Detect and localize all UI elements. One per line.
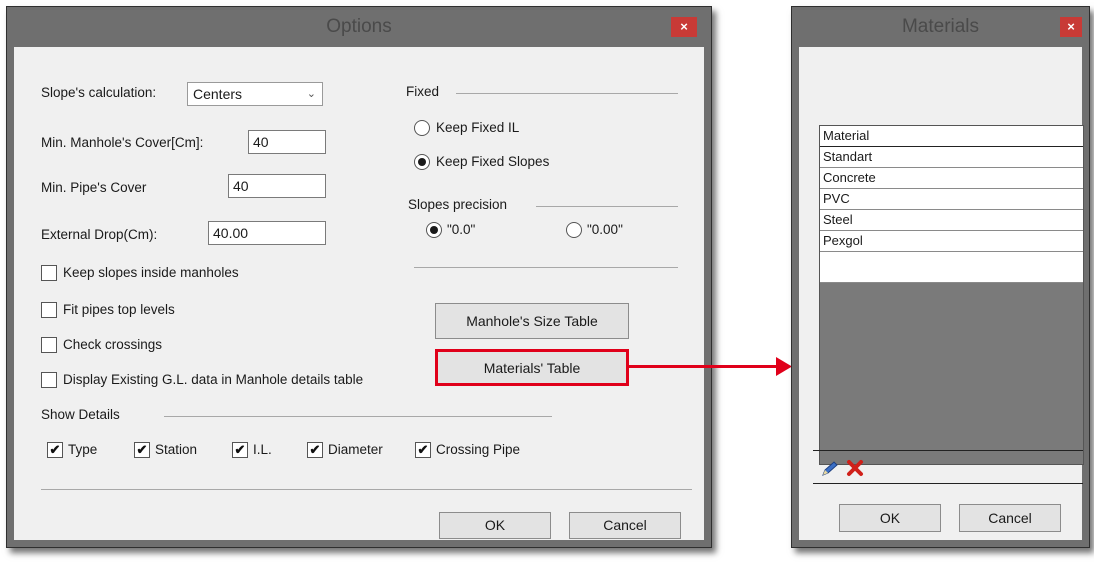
materials-title: Materials bbox=[901, 16, 980, 37]
external-drop-input[interactable]: 40.00 bbox=[208, 221, 326, 245]
detail-diameter-label: Diameter bbox=[328, 442, 383, 457]
materials-window: Materials × Material Standart Concrete P… bbox=[791, 6, 1090, 548]
table-row[interactable]: PVC bbox=[820, 189, 1083, 210]
precision-one-decimal-radio[interactable] bbox=[426, 222, 442, 238]
table-row[interactable]: Pexgol bbox=[820, 231, 1083, 252]
slope-calc-select[interactable]: Centers ⌄ bbox=[187, 82, 323, 106]
materials-table-button[interactable]: Materials' Table bbox=[435, 349, 629, 386]
pencil-icon[interactable] bbox=[820, 460, 840, 478]
options-window: Options × Slope's calculation: Centers ⌄… bbox=[6, 6, 712, 548]
keep-fixed-slopes-label: Keep Fixed Slopes bbox=[436, 154, 550, 169]
detail-diameter-checkbox[interactable]: ✔ bbox=[307, 442, 323, 458]
detail-station-checkbox[interactable]: ✔ bbox=[134, 442, 150, 458]
display-existing-label: Display Existing G.L. data in Manhole de… bbox=[63, 372, 364, 387]
table-row[interactable]: Concrete bbox=[820, 168, 1083, 189]
materials-cancel-button[interactable]: Cancel bbox=[959, 504, 1061, 532]
detail-crossing-pipe-label: Crossing Pipe bbox=[436, 442, 521, 457]
materials-body: Material Standart Concrete PVC Steel Pex… bbox=[799, 47, 1084, 540]
fit-pipes-label: Fit pipes top levels bbox=[63, 302, 175, 317]
manhole-size-table-button[interactable]: Manhole's Size Table bbox=[435, 303, 629, 339]
check-crossings-label: Check crossings bbox=[63, 337, 163, 352]
cancel-button[interactable]: Cancel bbox=[569, 512, 681, 539]
external-drop-label: External Drop(Cm): bbox=[41, 227, 158, 242]
materials-grid-header: Material bbox=[820, 126, 1083, 147]
divider bbox=[813, 450, 1083, 451]
detail-station-label: Station bbox=[155, 442, 198, 457]
display-existing-checkbox[interactable] bbox=[41, 372, 57, 388]
chevron-down-icon: ⌄ bbox=[306, 88, 316, 100]
fixed-group-label: Fixed bbox=[406, 84, 440, 99]
slopes-precision-label: Slopes precision bbox=[408, 197, 508, 212]
detail-il-label: I.L. bbox=[253, 442, 272, 457]
window-frame bbox=[792, 47, 799, 547]
min-manhole-cover-input[interactable]: 40 bbox=[248, 130, 326, 154]
keep-fixed-il-label: Keep Fixed IL bbox=[436, 120, 520, 135]
keep-fixed-il-radio[interactable] bbox=[414, 120, 430, 136]
slope-calc-label: Slope's calculation: bbox=[41, 85, 157, 100]
min-manhole-cover-label: Min. Manhole's Cover[Cm]: bbox=[41, 135, 204, 150]
options-close-button[interactable]: × bbox=[671, 17, 697, 37]
callout-arrowhead-icon bbox=[776, 357, 792, 376]
table-row[interactable] bbox=[820, 252, 1083, 283]
window-frame bbox=[792, 540, 1089, 547]
check-crossings-checkbox[interactable] bbox=[41, 337, 57, 353]
table-row[interactable]: Steel bbox=[820, 210, 1083, 231]
options-title: Options bbox=[326, 16, 392, 37]
fit-pipes-checkbox[interactable] bbox=[41, 302, 57, 318]
keep-slopes-checkbox[interactable] bbox=[41, 265, 57, 281]
materials-titlebar[interactable]: Materials × bbox=[792, 7, 1089, 48]
window-frame bbox=[7, 540, 711, 547]
precision-two-decimal-label: "0.00" bbox=[587, 222, 623, 237]
divider bbox=[813, 483, 1083, 484]
table-row[interactable]: Standart bbox=[820, 147, 1083, 168]
detail-type-checkbox[interactable]: ✔ bbox=[47, 442, 63, 458]
ok-button[interactable]: OK bbox=[439, 512, 551, 539]
options-titlebar[interactable]: Options × bbox=[7, 7, 711, 48]
keep-fixed-slopes-radio[interactable] bbox=[414, 154, 430, 170]
divider bbox=[456, 93, 678, 94]
window-frame bbox=[704, 47, 711, 547]
divider bbox=[414, 267, 678, 268]
min-pipe-cover-input[interactable]: 40 bbox=[228, 174, 326, 198]
keep-slopes-label: Keep slopes inside manholes bbox=[63, 265, 239, 280]
options-body: Slope's calculation: Centers ⌄ Min. Manh… bbox=[14, 47, 704, 540]
precision-one-decimal-label: "0.0" bbox=[447, 222, 476, 237]
show-details-label: Show Details bbox=[41, 407, 120, 422]
window-frame bbox=[7, 47, 14, 547]
divider bbox=[164, 416, 552, 417]
red-x-icon[interactable] bbox=[845, 458, 865, 478]
detail-crossing-pipe-checkbox[interactable]: ✔ bbox=[415, 442, 431, 458]
slope-calc-value: Centers bbox=[193, 86, 243, 102]
divider bbox=[41, 489, 692, 490]
divider bbox=[536, 206, 678, 207]
min-pipe-cover-label: Min. Pipe's Cover bbox=[41, 180, 147, 195]
precision-two-decimal-radio[interactable] bbox=[566, 222, 582, 238]
materials-grid[interactable]: Material Standart Concrete PVC Steel Pex… bbox=[819, 125, 1084, 465]
detail-type-label: Type bbox=[68, 442, 98, 457]
materials-ok-button[interactable]: OK bbox=[839, 504, 941, 532]
materials-close-button[interactable]: × bbox=[1060, 17, 1082, 37]
detail-il-checkbox[interactable]: ✔ bbox=[232, 442, 248, 458]
callout-arrow-line bbox=[629, 365, 779, 368]
